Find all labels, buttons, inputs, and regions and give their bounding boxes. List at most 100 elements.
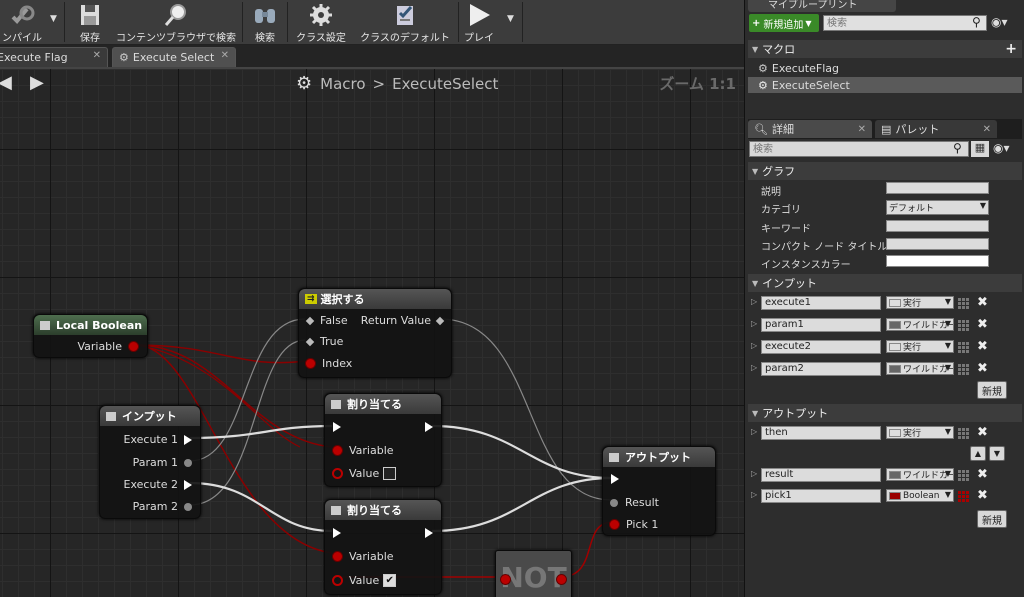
container-type-icon[interactable] (957, 490, 969, 502)
wildcard-pin[interactable] (184, 502, 192, 511)
exec-pin[interactable] (611, 474, 619, 484)
expand-icon[interactable]: ▷ (751, 469, 757, 478)
keyword-field[interactable] (886, 220, 989, 232)
exec-pin[interactable] (184, 434, 192, 445)
class-defaults-button[interactable]: クラスのデフォルト (355, 0, 455, 44)
input-name-field[interactable]: execute1 (761, 296, 881, 310)
expand-icon[interactable]: ▷ (751, 319, 757, 328)
forward-arrow-icon[interactable]: ▶ (30, 72, 44, 93)
list-view-icon[interactable]: ▦ (971, 141, 989, 157)
move-down-icon[interactable]: ▼ (989, 446, 1005, 461)
add-macro-icon[interactable]: + (1005, 41, 1017, 57)
input-type-dropdown[interactable]: 実行 ▼ (886, 296, 954, 309)
close-icon[interactable]: ✕ (983, 124, 991, 135)
expand-icon[interactable]: ▷ (751, 297, 757, 306)
input-name-field[interactable]: execute2 (761, 340, 881, 354)
select-node[interactable]: ⇉ 選択する False True Index Return Value (298, 288, 452, 378)
boolean-pin[interactable] (332, 468, 343, 479)
remove-icon[interactable]: ✖ (977, 361, 988, 376)
output-node[interactable]: アウトプット Result Pick 1 (602, 446, 716, 536)
inputs-section-header[interactable]: ▼ インプット (748, 274, 1022, 292)
exec-pin[interactable] (425, 528, 433, 538)
container-type-icon[interactable] (957, 469, 969, 481)
macro-item[interactable]: ⚙ ExecuteFlag (748, 60, 1022, 76)
exec-pin[interactable] (184, 479, 192, 490)
exec-pin[interactable] (333, 528, 341, 538)
browse-button[interactable]: コンテンツブラウザで検索 (112, 0, 240, 44)
add-input-button[interactable]: 新規 (977, 381, 1007, 399)
macros-section-header[interactable]: ▼ マクロ + (748, 40, 1022, 58)
output-type-dropdown[interactable]: Boolean ▼ (886, 489, 954, 502)
output-name-field[interactable]: result (761, 468, 881, 482)
class-settings-button[interactable]: クラス設定 (290, 0, 352, 44)
save-button[interactable]: 保存 (70, 0, 110, 44)
input-name-field[interactable]: param2 (761, 362, 881, 376)
close-icon[interactable]: ✕ (221, 50, 229, 61)
remove-icon[interactable]: ✖ (977, 339, 988, 354)
compile-button[interactable]: ンパイル (0, 0, 44, 44)
wildcard-pin[interactable] (305, 337, 315, 346)
not-node[interactable]: NOT (495, 550, 572, 597)
input-type-dropdown[interactable]: ワイルドカード▼ (886, 318, 954, 331)
compile-dropdown-icon[interactable]: ▼ (50, 14, 57, 24)
remove-icon[interactable]: ✖ (977, 467, 988, 482)
boolean-pin[interactable] (128, 341, 139, 352)
wildcard-pin[interactable] (305, 316, 315, 325)
local-boolean-node[interactable]: Local Boolean Variable (33, 314, 148, 358)
macro-item[interactable]: ⚙ ExecuteSelect (748, 77, 1022, 93)
assign-node[interactable]: 割り当てる Variable Value ✔ (324, 499, 442, 595)
search-icon[interactable]: ⚲ (972, 15, 981, 29)
back-arrow-icon[interactable]: ◀ (0, 72, 12, 93)
remove-icon[interactable]: ✖ (977, 425, 988, 440)
remove-icon[interactable]: ✖ (977, 295, 988, 310)
graph-editor[interactable]: ◀ ▶ ⚙ Macro > ExecuteSelect ズーム 1:1 Loca… (0, 69, 744, 597)
graph-section-header[interactable]: ▼ グラフ (748, 162, 1022, 180)
search-button[interactable]: 検索 (245, 0, 285, 44)
instance-color-swatch[interactable] (886, 255, 989, 267)
input-type-dropdown[interactable]: ワイルドカード▼ (886, 362, 954, 375)
close-icon[interactable]: ✕ (93, 50, 101, 61)
output-name-field[interactable]: then (761, 426, 881, 440)
boolean-pin[interactable] (305, 358, 316, 369)
boolean-pin[interactable] (332, 575, 343, 586)
boolean-pin[interactable] (500, 574, 511, 585)
boolean-pin[interactable] (609, 519, 620, 530)
remove-icon[interactable]: ✖ (977, 488, 988, 503)
value-checkbox[interactable] (383, 467, 397, 480)
value-checkbox[interactable]: ✔ (383, 574, 397, 587)
boolean-pin[interactable] (556, 574, 567, 585)
assign-node[interactable]: 割り当てる Variable Value (324, 393, 442, 487)
boolean-pin[interactable] (332, 445, 343, 456)
output-type-dropdown[interactable]: 実行 ▼ (886, 426, 954, 439)
description-field[interactable] (886, 182, 989, 194)
expand-icon[interactable]: ▷ (751, 341, 757, 350)
expand-icon[interactable]: ▷ (751, 427, 757, 436)
play-button[interactable]: プレイ (460, 0, 498, 44)
expand-icon[interactable]: ▷ (751, 490, 757, 499)
blueprint-search-input[interactable] (823, 15, 987, 31)
container-type-icon[interactable] (957, 319, 969, 331)
input-type-dropdown[interactable]: 実行 ▼ (886, 340, 954, 353)
move-up-icon[interactable]: ▲ (970, 446, 986, 461)
eye-icon[interactable]: ◉▾ (993, 141, 1010, 155)
exec-pin[interactable] (333, 422, 341, 432)
tab-palette[interactable]: ▤ パレット ✕ (875, 120, 997, 138)
eye-icon[interactable]: ◉▾ (991, 15, 1008, 29)
input-node[interactable]: インプット Execute 1 Param 1 Execute 2 Param … (99, 405, 201, 519)
output-name-field[interactable]: pick1 (761, 489, 881, 503)
close-icon[interactable]: ✕ (858, 124, 866, 135)
expand-icon[interactable]: ▷ (751, 363, 757, 372)
category-dropdown[interactable]: デフォルト ▼ (886, 200, 989, 215)
compact-title-field[interactable] (886, 238, 989, 250)
play-dropdown-icon[interactable]: ▼ (507, 14, 514, 24)
container-type-icon[interactable] (957, 427, 969, 439)
wildcard-pin[interactable] (610, 498, 618, 507)
tab-execute-flag[interactable]: Execute Flag ✕ (0, 47, 108, 67)
container-type-icon[interactable] (957, 363, 969, 375)
search-icon[interactable]: ⚲ (953, 141, 962, 155)
remove-icon[interactable]: ✖ (977, 317, 988, 332)
tab-details[interactable]: 🔍︎ 詳細 ✕ (748, 120, 872, 138)
wildcard-pin[interactable] (435, 316, 445, 325)
boolean-pin[interactable] (332, 551, 343, 562)
outputs-section-header[interactable]: ▼ アウトプット (748, 404, 1022, 422)
